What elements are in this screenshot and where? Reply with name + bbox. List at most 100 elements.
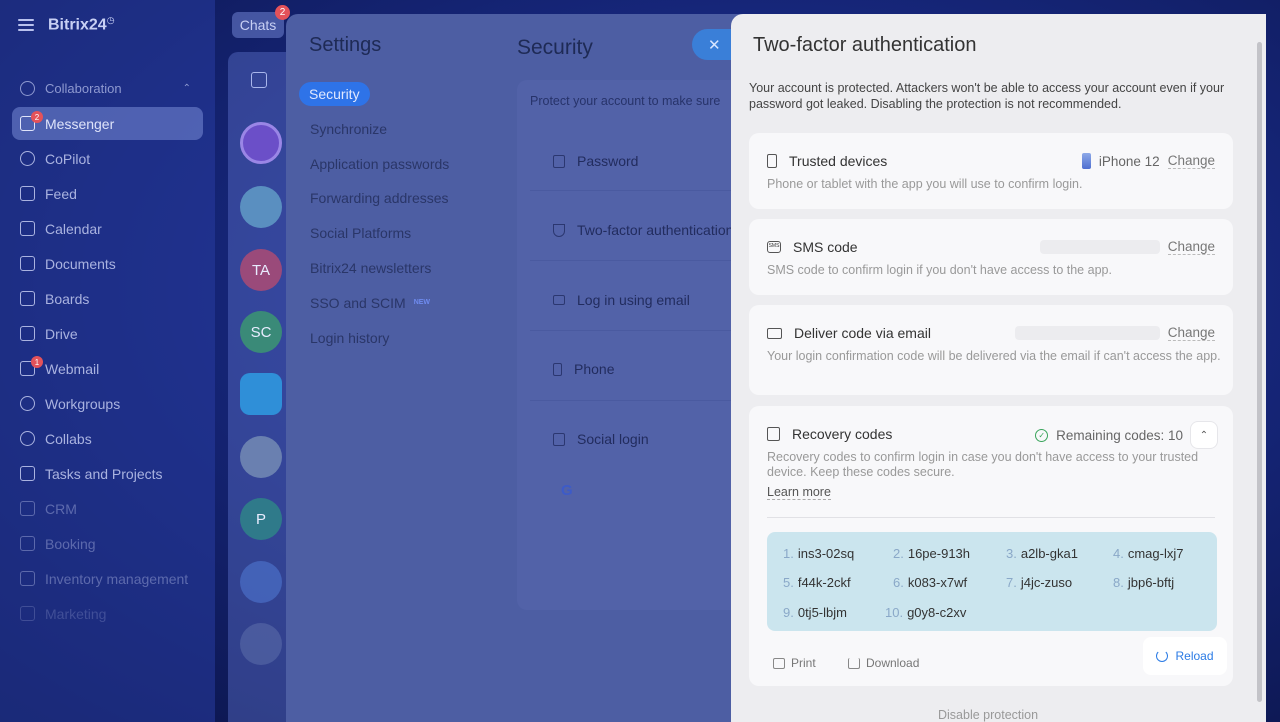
divider bbox=[530, 330, 746, 331]
sidebar-item-workgroups[interactable]: Workgroups bbox=[12, 387, 203, 420]
reload-button[interactable]: Reload bbox=[1143, 637, 1227, 675]
settings-menu-social-platforms[interactable]: Social Platforms bbox=[299, 221, 499, 245]
settings-menu-security[interactable]: Security bbox=[299, 82, 370, 106]
google-icon[interactable]: G bbox=[561, 482, 573, 499]
sms-code-subtitle: SMS code to confirm login if you don't h… bbox=[767, 263, 1112, 277]
grid-icon bbox=[553, 432, 565, 446]
lock-icon bbox=[553, 154, 565, 168]
learn-more-link[interactable]: Learn more bbox=[767, 485, 831, 500]
recovery-code: 8. jbp6-bftj bbox=[1113, 575, 1175, 590]
sidebar-item-tasks[interactable]: Tasks and Projects bbox=[12, 457, 203, 490]
card-sms-code: SMS SMS code Change SMS code to confirm … bbox=[749, 219, 1233, 295]
recovery-codes-title: Recovery codes bbox=[792, 426, 893, 442]
sms-code-title: SMS code bbox=[793, 239, 858, 255]
left-sidebar: Bitrix24◷ Collaboration ⌃ 2 Messenger Co… bbox=[0, 0, 215, 722]
remaining-codes: Remaining codes: 10 bbox=[1056, 427, 1183, 443]
chevron-up-icon: ⌃ bbox=[182, 83, 191, 94]
divider bbox=[530, 400, 746, 401]
sidebar-item-marketing[interactable]: Marketing bbox=[12, 597, 203, 630]
sidebar-item-booking[interactable]: Booking bbox=[12, 527, 203, 560]
sidebar-item-crm[interactable]: CRM bbox=[12, 492, 203, 525]
recovery-code: 2. 16pe-913h bbox=[893, 546, 971, 561]
settings-menu-login-history[interactable]: Login history bbox=[299, 326, 499, 350]
sidebar-item-calendar[interactable]: Calendar bbox=[12, 212, 203, 245]
marketing-icon bbox=[20, 606, 35, 621]
chat-avatar-bot[interactable] bbox=[240, 561, 282, 603]
iphone-icon bbox=[1081, 153, 1091, 169]
security-item-email-login[interactable]: Log in using email bbox=[553, 292, 690, 308]
security-item-2fa[interactable]: Two-factor authentication bbox=[553, 222, 733, 238]
new-chat-icon[interactable] bbox=[251, 72, 267, 88]
trusted-device-name: iPhone 12 bbox=[1098, 153, 1160, 169]
workgroups-icon bbox=[20, 396, 35, 411]
recovery-code: 1. ins3-02sq bbox=[783, 546, 855, 561]
inventory-icon bbox=[20, 571, 35, 586]
settings-menu-app-passwords[interactable]: Application passwords bbox=[299, 152, 499, 176]
chat-avatar-photo-3[interactable] bbox=[240, 623, 282, 665]
divider bbox=[530, 190, 746, 191]
sidebar-item-feed[interactable]: Feed bbox=[12, 177, 203, 210]
security-title: Security bbox=[517, 36, 593, 59]
security-list: Protect your account to make sure Passwo… bbox=[517, 80, 746, 610]
security-intro: Protect your account to make sure bbox=[530, 94, 721, 108]
feed-icon bbox=[20, 186, 35, 201]
recovery-code: 9. 0tj5-lbjm bbox=[783, 605, 847, 620]
settings-menu-sso-scim[interactable]: SSO and SCIM NEW bbox=[299, 291, 499, 315]
two-factor-panel: Two-factor authentication Your account i… bbox=[731, 14, 1266, 722]
chat-avatar-ta[interactable]: TA bbox=[240, 249, 282, 291]
change-email-link[interactable]: Change bbox=[1167, 325, 1215, 341]
tfa-title: Two-factor authentication bbox=[753, 34, 977, 56]
app-logo[interactable]: Bitrix24◷ bbox=[48, 15, 115, 34]
document-icon bbox=[767, 427, 780, 441]
recovery-codes-subtitle: Recovery codes to confirm login in case … bbox=[767, 450, 1199, 479]
tab-chats[interactable]: Chats 2 bbox=[232, 5, 290, 38]
sidebar-item-collabs[interactable]: Collabs bbox=[12, 422, 203, 455]
documents-icon bbox=[20, 256, 35, 271]
crm-icon bbox=[20, 501, 35, 516]
sidebar-item-drive[interactable]: Drive bbox=[12, 317, 203, 350]
collaboration-icon bbox=[20, 81, 35, 96]
printer-icon bbox=[773, 657, 785, 669]
disable-protection-link[interactable]: Disable protection bbox=[938, 708, 1038, 722]
sidebar-item-webmail[interactable]: 1 Webmail bbox=[12, 352, 203, 385]
sidebar-item-messenger[interactable]: 2 Messenger bbox=[12, 107, 203, 140]
recovery-code: 5. f44k-2ckf bbox=[783, 575, 851, 590]
settings-menu-newsletters[interactable]: Bitrix24 newsletters bbox=[299, 256, 499, 280]
sidebar-section-collaboration[interactable]: Collaboration ⌃ bbox=[12, 72, 203, 105]
settings-menu-forwarding[interactable]: Forwarding addresses bbox=[299, 186, 499, 210]
chat-avatar-photo[interactable] bbox=[240, 186, 282, 228]
tasks-icon bbox=[20, 466, 35, 481]
scrollbar[interactable] bbox=[1257, 42, 1262, 702]
download-button[interactable]: Download bbox=[848, 656, 919, 670]
copilot-icon bbox=[20, 151, 35, 166]
chat-avatar-copilot[interactable] bbox=[240, 122, 282, 164]
sidebar-item-copilot[interactable]: CoPilot bbox=[12, 142, 203, 175]
card-email-code: Deliver code via email Change Your login… bbox=[749, 305, 1233, 395]
card-trusted-devices: Trusted devices iPhone 12 Change Phone o… bbox=[749, 133, 1233, 209]
security-item-social-login[interactable]: Social login bbox=[553, 431, 649, 447]
sidebar-item-boards[interactable]: Boards bbox=[12, 282, 203, 315]
sidebar-item-documents[interactable]: Documents bbox=[12, 247, 203, 280]
chat-avatar-p[interactable]: P bbox=[240, 498, 282, 540]
sidebar-item-inventory[interactable]: Inventory management bbox=[12, 562, 203, 595]
chat-avatar-general[interactable] bbox=[240, 373, 282, 415]
change-trusted-device-link[interactable]: Change bbox=[1167, 153, 1215, 169]
chat-avatar-photo-2[interactable] bbox=[240, 436, 282, 478]
chevron-up-icon: ⌃ bbox=[1199, 429, 1209, 441]
print-button[interactable]: Print bbox=[773, 656, 816, 670]
change-sms-link[interactable]: Change bbox=[1167, 239, 1215, 255]
divider bbox=[767, 517, 1215, 518]
security-item-password[interactable]: Password bbox=[553, 153, 638, 169]
check-circle-icon: ✓ bbox=[1035, 428, 1049, 442]
security-item-phone[interactable]: Phone bbox=[553, 361, 614, 377]
messenger-badge: 2 bbox=[31, 111, 43, 123]
webmail-badge: 1 bbox=[31, 356, 43, 368]
menu-icon[interactable] bbox=[18, 19, 34, 31]
settings-title: Settings bbox=[309, 34, 382, 56]
collapse-button[interactable]: ⌃ bbox=[1191, 422, 1217, 448]
recovery-code: 3. a2lb-gka1 bbox=[1006, 546, 1078, 561]
calendar-icon bbox=[20, 221, 35, 236]
settings-menu-synchronize[interactable]: Synchronize bbox=[299, 117, 499, 141]
chat-avatar-sc[interactable]: SC bbox=[240, 311, 282, 353]
close-button[interactable]: ✕ bbox=[692, 29, 734, 60]
